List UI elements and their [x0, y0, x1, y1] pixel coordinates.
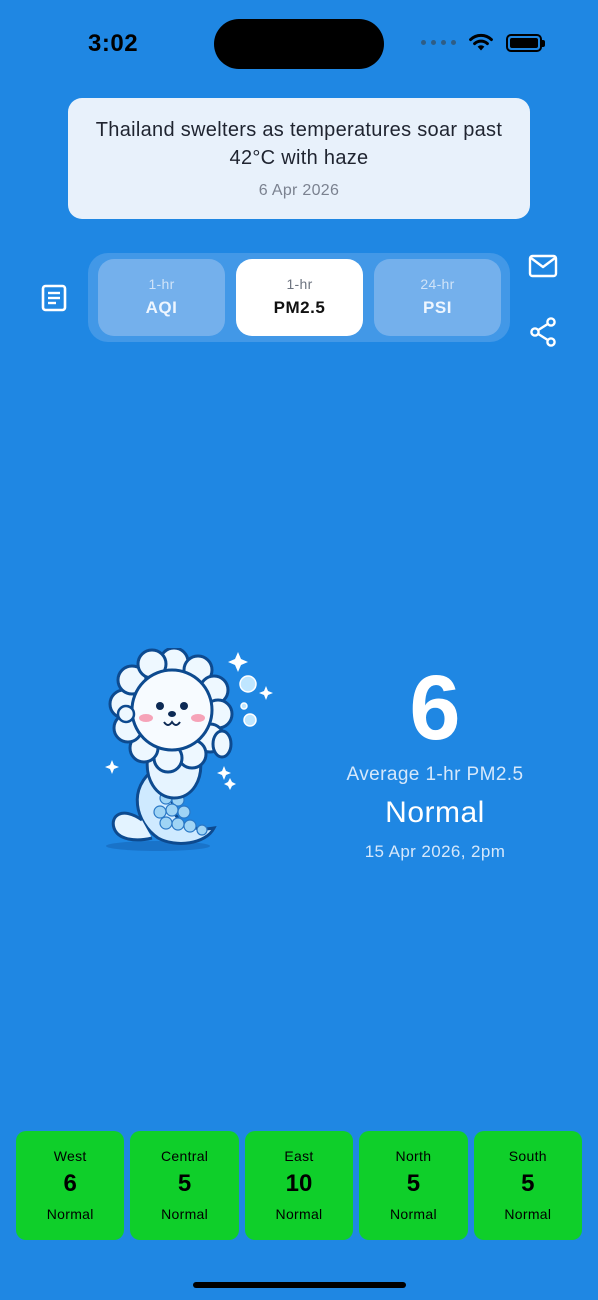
mail-icon[interactable] — [527, 252, 559, 280]
merlion-mascot-icon — [96, 646, 278, 858]
region-card-south[interactable]: South 5 Normal — [473, 1131, 583, 1240]
share-icon[interactable] — [528, 316, 558, 348]
news-title: Thailand swelters as temperatures soar p… — [95, 119, 503, 169]
region-card-central[interactable]: Central 5 Normal — [130, 1131, 239, 1240]
average-reading: 6 Average 1-hr PM2.5 Normal 15 Apr 2026,… — [315, 660, 555, 862]
report-icon[interactable] — [38, 282, 70, 314]
region-name: Central — [160, 1148, 209, 1164]
region-value: 5 — [521, 1170, 535, 1197]
status-time: 3:02 — [88, 30, 139, 57]
region-name: South — [508, 1148, 547, 1164]
tab-label: PM2.5 — [273, 298, 326, 317]
signal-icon — [421, 40, 456, 45]
region-card-east[interactable]: East 10 Normal — [244, 1131, 354, 1240]
region-card-west[interactable]: West 6 Normal — [16, 1131, 125, 1240]
tab-label: AQI — [145, 298, 178, 317]
region-name: East — [284, 1148, 314, 1164]
reading-label: Average 1-hr PM2.5 — [346, 764, 524, 785]
region-status: Normal — [161, 1206, 209, 1222]
region-value: 5 — [406, 1170, 421, 1197]
region-status: Normal — [389, 1206, 437, 1222]
tab-label: PSI — [423, 298, 452, 317]
reading-status: Normal — [385, 796, 485, 829]
reading-value: 6 — [409, 657, 461, 759]
region-name: West — [53, 1148, 87, 1164]
dynamic-island — [214, 19, 384, 69]
battery-icon — [506, 33, 545, 52]
region-status: Normal — [275, 1206, 323, 1222]
pollutant-tab-group: 1-hr AQI 1-hr PM2.5 24-hr PSI — [88, 253, 510, 342]
region-card-north[interactable]: North 5 Normal — [359, 1131, 468, 1240]
status-icons — [421, 33, 545, 52]
region-name: North — [395, 1148, 432, 1164]
tab-sub-label: 1-hr — [148, 276, 175, 292]
region-value: 5 — [177, 1170, 192, 1197]
region-value: 6 — [63, 1170, 77, 1197]
tab-pm25[interactable]: 1-hr PM2.5 — [236, 259, 363, 336]
region-status: Normal — [504, 1206, 552, 1222]
reading-timestamp: 15 Apr 2026, 2pm — [364, 842, 506, 861]
news-date: 6 Apr 2026 — [258, 182, 340, 199]
tab-sub-label: 1-hr — [286, 276, 313, 292]
app-screen: 3:02 Thailand swelters as temperatures s… — [0, 0, 598, 1300]
tab-sub-label: 24-hr — [420, 276, 455, 292]
region-status: Normal — [46, 1206, 94, 1222]
home-indicator[interactable] — [193, 1282, 406, 1288]
region-readings: West 6 Normal Central 5 Normal East 10 N… — [16, 1131, 583, 1240]
tab-aqi[interactable]: 1-hr AQI — [98, 259, 225, 336]
news-card[interactable]: Thailand swelters as temperatures soar p… — [68, 98, 530, 219]
tab-psi[interactable]: 24-hr PSI — [374, 259, 501, 336]
region-value: 10 — [285, 1170, 313, 1197]
wifi-icon — [469, 33, 493, 51]
